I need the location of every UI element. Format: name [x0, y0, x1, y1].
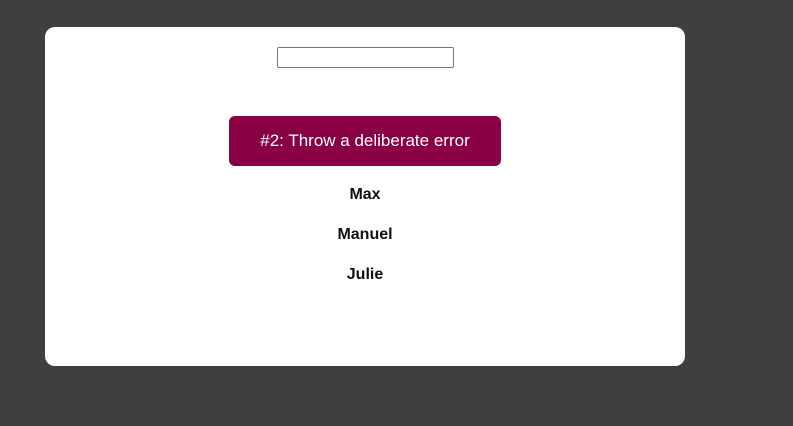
search-input[interactable]: [277, 47, 454, 68]
list-item: Manuel: [337, 226, 393, 243]
user-list: Max Manuel Julie: [45, 181, 685, 301]
throw-error-button[interactable]: #2: Throw a deliberate error: [229, 116, 501, 166]
main-card: #2: Throw a deliberate error Max Manuel …: [45, 27, 685, 366]
list-item: Max: [349, 186, 381, 203]
list-item: Julie: [346, 266, 384, 283]
